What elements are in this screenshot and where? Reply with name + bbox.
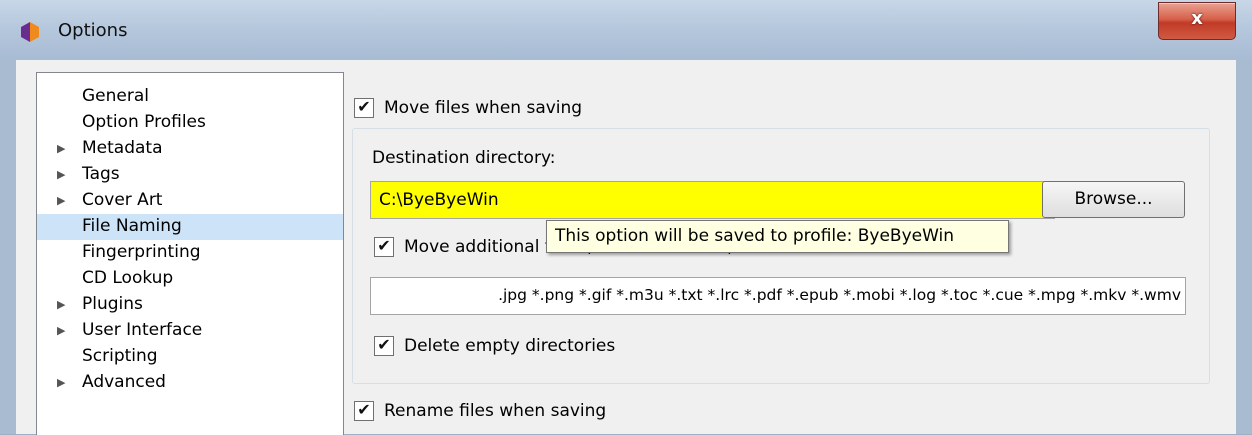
checkmark-icon: ✔ xyxy=(377,236,391,255)
destination-directory-label: Destination directory: xyxy=(372,148,556,168)
additional-files-input[interactable]: .jpg *.png *.gif *.m3u *.txt *.lrc *.pdf… xyxy=(370,277,1186,315)
browse-button[interactable]: Browse... xyxy=(1042,181,1185,218)
expand-arrow-icon[interactable]: ▶ xyxy=(57,142,65,155)
destination-directory-input[interactable]: C:\ByeByeWin xyxy=(370,181,1055,219)
nav-item-option-profiles[interactable]: Option Profiles xyxy=(37,110,343,136)
rename-files-checkbox[interactable]: ✔ xyxy=(354,400,374,421)
nav-item-cd-lookup[interactable]: CD Lookup xyxy=(37,266,343,292)
nav-item-label: Option Profiles xyxy=(82,112,206,132)
expand-arrow-icon[interactable]: ▶ xyxy=(57,376,65,389)
nav-item-advanced[interactable]: ▶ Advanced xyxy=(37,370,343,396)
nav-item-cover-art[interactable]: ▶ Cover Art xyxy=(37,188,343,214)
nav-item-label: CD Lookup xyxy=(82,268,174,288)
nav-item-metadata[interactable]: ▶ Metadata xyxy=(37,136,343,162)
close-button[interactable]: x xyxy=(1158,2,1236,40)
expand-arrow-icon[interactable]: ▶ xyxy=(57,194,65,207)
nav-item-fingerprinting[interactable]: Fingerprinting xyxy=(37,240,343,266)
nav-item-label: Plugins xyxy=(82,294,143,314)
nav-item-label: Tags xyxy=(82,164,120,184)
options-nav-tree[interactable]: General Option Profiles ▶ Metadata ▶ Tag… xyxy=(36,72,344,435)
app-logo-icon xyxy=(21,22,39,42)
move-additional-files-checkbox[interactable]: ✔ xyxy=(374,236,394,257)
delete-empty-directories-checkbox[interactable]: ✔ xyxy=(374,335,394,356)
nav-item-label: General xyxy=(82,86,149,106)
expand-arrow-icon[interactable]: ▶ xyxy=(57,324,65,337)
nav-item-label: Metadata xyxy=(82,138,163,158)
profile-tooltip: This option will be saved to profile: By… xyxy=(546,220,1009,253)
window-title: Options xyxy=(58,20,128,41)
dialog-body: General Option Profiles ▶ Metadata ▶ Tag… xyxy=(16,60,1236,435)
nav-item-label: Fingerprinting xyxy=(82,242,201,262)
tooltip-text: This option will be saved to profile: By… xyxy=(555,226,955,246)
close-icon: x xyxy=(1191,8,1203,29)
checkmark-icon: ✔ xyxy=(357,400,371,419)
nav-item-scripting[interactable]: Scripting xyxy=(37,344,343,370)
expand-arrow-icon[interactable]: ▶ xyxy=(57,168,65,181)
move-files-checkbox[interactable]: ✔ xyxy=(354,97,374,118)
additional-files-value: .jpg *.png *.gif *.m3u *.txt *.lrc *.pdf… xyxy=(498,286,1181,304)
expand-arrow-icon[interactable]: ▶ xyxy=(57,298,65,311)
nav-item-label: Advanced xyxy=(82,372,166,392)
nav-item-file-naming[interactable]: File Naming xyxy=(37,214,343,240)
destination-directory-value: C:\ByeByeWin xyxy=(379,190,499,210)
window-frame-right xyxy=(1236,60,1252,434)
nav-item-label: Cover Art xyxy=(82,190,163,210)
delete-empty-directories-label[interactable]: Delete empty directories xyxy=(404,336,615,356)
nav-item-label: User Interface xyxy=(82,320,203,340)
checkmark-icon: ✔ xyxy=(357,97,371,116)
move-files-label[interactable]: Move files when saving xyxy=(384,98,582,118)
checkmark-icon: ✔ xyxy=(377,335,391,354)
rename-files-label[interactable]: Rename files when saving xyxy=(384,401,606,421)
nav-item-user-interface[interactable]: ▶ User Interface xyxy=(37,318,343,344)
title-bar[interactable]: Options x xyxy=(0,0,1252,61)
nav-item-general[interactable]: General xyxy=(37,84,343,110)
nav-item-plugins[interactable]: ▶ Plugins xyxy=(37,292,343,318)
window-frame-left xyxy=(0,60,16,434)
nav-item-tags[interactable]: ▶ Tags xyxy=(37,162,343,188)
nav-item-label: File Naming xyxy=(82,216,182,236)
options-window: Options x General Option Profiles ▶ Meta… xyxy=(0,0,1252,435)
nav-item-label: Scripting xyxy=(82,346,158,366)
